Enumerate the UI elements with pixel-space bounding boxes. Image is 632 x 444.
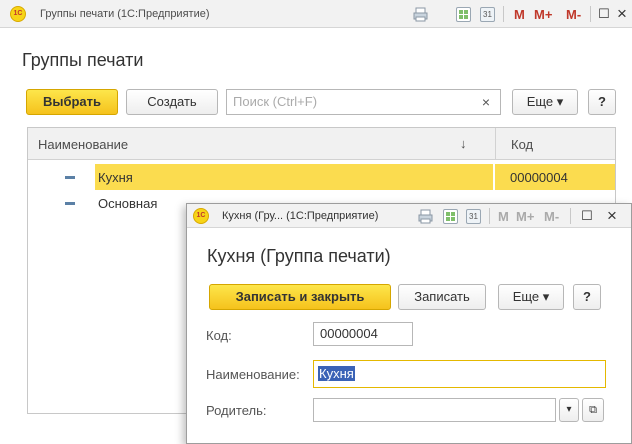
- print-icon[interactable]: [413, 7, 428, 22]
- select-button[interactable]: Выбрать: [26, 89, 118, 115]
- save-and-close-button[interactable]: Записать и закрыть: [209, 284, 391, 310]
- restore-icon[interactable]: ☐: [597, 6, 611, 22]
- create-button[interactable]: Создать: [126, 89, 218, 115]
- row-name: Кухня: [98, 170, 133, 185]
- more-button[interactable]: Еще ▾: [512, 89, 578, 115]
- code-label: Код:: [206, 328, 232, 343]
- clear-search-icon[interactable]: ×: [478, 94, 494, 110]
- sort-arrow-icon: ↓: [460, 136, 467, 151]
- titlebar-separator: [570, 208, 571, 224]
- parent-label: Родитель:: [206, 403, 267, 418]
- row-code: 00000004: [510, 170, 568, 185]
- close-icon[interactable]: ×: [615, 4, 629, 24]
- titlebar-separator: [590, 6, 591, 22]
- table-header: Наименование ↓ Код: [28, 128, 615, 160]
- print-icon[interactable]: [418, 209, 433, 224]
- memory-m-button[interactable]: M: [514, 7, 525, 22]
- titlebar-separator: [489, 208, 490, 224]
- main-window-title: Группы печати (1С:Предприятие): [40, 8, 210, 20]
- more-button[interactable]: Еще ▾: [498, 284, 564, 310]
- selected-cell-highlight: [95, 164, 493, 190]
- row-name: Основная: [98, 196, 158, 211]
- memory-plus-button[interactable]: M+: [516, 209, 534, 224]
- help-button[interactable]: ?: [588, 89, 616, 115]
- group-item-icon: [65, 176, 75, 179]
- close-icon[interactable]: ×: [605, 206, 619, 226]
- titlebar-separator: [503, 6, 504, 22]
- group-form-window: 1С Кухня (Гру... (1С:Предприятие) 31 M M…: [186, 203, 632, 444]
- memory-minus-button[interactable]: M-: [566, 7, 581, 22]
- memory-plus-button[interactable]: M+: [534, 7, 552, 22]
- search-input[interactable]: Поиск (Ctrl+F): [226, 89, 501, 115]
- help-button[interactable]: ?: [573, 284, 601, 310]
- calendar-icon[interactable]: 31: [480, 7, 495, 22]
- child-titlebar: 1С Кухня (Гру... (1С:Предприятие) 31 M M…: [187, 204, 631, 228]
- calculator-icon[interactable]: [456, 7, 471, 22]
- open-parent-button[interactable]: ⧉: [582, 398, 604, 422]
- name-label: Наименование:: [206, 367, 300, 382]
- table-row[interactable]: Кухня 00000004: [28, 164, 615, 190]
- app-logo-icon: 1С: [10, 6, 26, 22]
- form-title: Кухня (Группа печати): [207, 246, 391, 266]
- restore-icon[interactable]: ☐: [580, 208, 594, 224]
- parent-dropdown-button[interactable]: ▾: [559, 398, 579, 422]
- calendar-icon[interactable]: 31: [466, 209, 481, 224]
- column-divider: [495, 128, 496, 160]
- group-item-icon: [65, 202, 75, 205]
- app-logo-icon: 1С: [193, 208, 209, 224]
- calculator-icon[interactable]: [443, 209, 458, 224]
- column-header-name[interactable]: Наименование: [38, 137, 128, 152]
- name-field[interactable]: Кухня: [313, 360, 606, 388]
- save-button[interactable]: Записать: [398, 284, 486, 310]
- column-header-code[interactable]: Код: [511, 137, 533, 152]
- child-window-title: Кухня (Гру... (1С:Предприятие): [222, 210, 379, 222]
- parent-field[interactable]: [313, 398, 556, 422]
- main-titlebar: 1С Группы печати (1С:Предприятие) 31 M M…: [0, 0, 632, 28]
- memory-m-button[interactable]: M: [498, 209, 509, 224]
- selected-text: Кухня: [318, 366, 355, 381]
- code-field[interactable]: 00000004: [313, 322, 413, 346]
- memory-minus-button[interactable]: M-: [544, 209, 559, 224]
- page-title: Группы печати: [22, 50, 144, 70]
